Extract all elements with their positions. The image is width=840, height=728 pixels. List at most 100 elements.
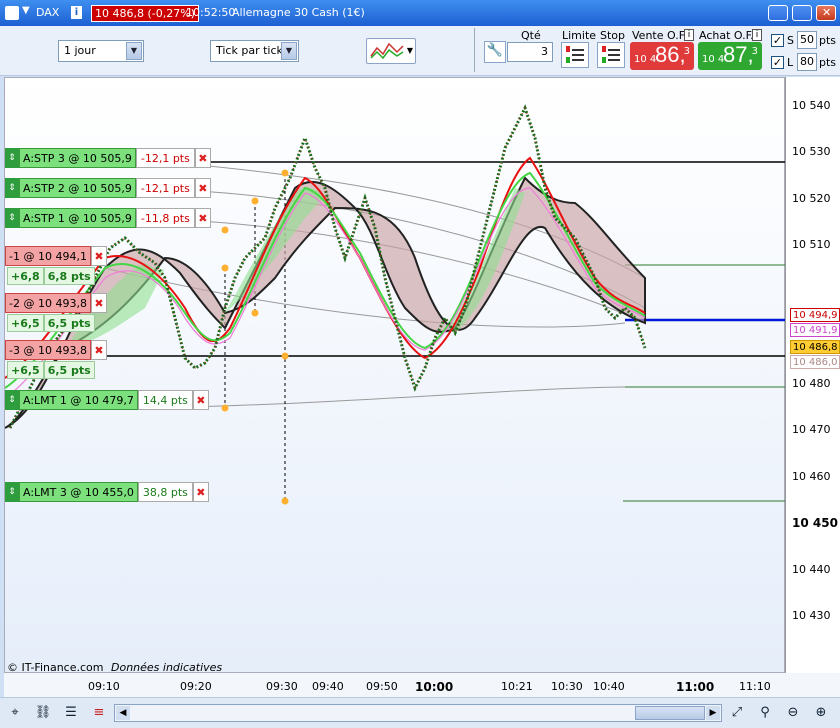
limit-order-tag-1[interactable]: ⇕ A:LMT 1 @ 10 479,7 14,4 pts ✖ <box>5 390 209 410</box>
entry-marker <box>251 197 259 205</box>
quantity-input[interactable]: 3 <box>507 42 553 62</box>
chevron-down-icon: ▼ <box>406 46 413 55</box>
cancel-order-icon[interactable]: ✖ <box>194 178 211 198</box>
sell-button[interactable]: 10 4 86, 3 <box>630 42 694 70</box>
tick-mode-select[interactable]: Tick par tick ▼ <box>210 40 299 62</box>
sell-price-decimal: 3 <box>683 46 690 57</box>
period-value: 1 jour <box>64 44 96 57</box>
wrench-icon[interactable]: 🔧 <box>484 41 506 63</box>
cancel-order-icon[interactable]: ✖ <box>192 482 209 502</box>
link-icon[interactable]: ⛓ <box>34 704 52 722</box>
list-icon[interactable]: ☰ <box>62 704 80 722</box>
time-tick-bold: 10:00 <box>415 680 454 694</box>
drag-handle-icon[interactable]: ⇕ <box>5 482 19 502</box>
price-tick-bold: 10 450 <box>792 516 838 530</box>
time-tick: 11:10 <box>739 680 771 693</box>
price-tick: 10 520 <box>792 192 831 205</box>
last-price-tag: 10 486,8 <box>790 340 840 354</box>
scroll-left-icon[interactable]: ◀ <box>116 706 130 720</box>
ma-price-tag: 10 491,9 <box>790 323 840 337</box>
order-points: -11,8 pts <box>135 208 195 228</box>
drag-handle-icon[interactable]: ⇕ <box>5 148 19 168</box>
period-select[interactable]: 1 jour ▼ <box>58 40 144 62</box>
order-points: 14,4 pts <box>137 390 193 410</box>
stop-order-tag-2[interactable]: ⇕ A:STP 2 @ 10 505,9 -12,1 pts ✖ <box>5 178 211 198</box>
zoom-out-icon[interactable]: ⊖ <box>784 704 802 722</box>
stop-order-button[interactable] <box>597 42 625 68</box>
close-button[interactable]: ✕ <box>816 5 836 21</box>
time-tick: 09:20 <box>180 680 212 693</box>
price-tick: 10 480 <box>792 377 831 390</box>
position-tag-1[interactable]: -1 @ 10 494,1 ✖ <box>5 246 107 266</box>
zoom-in-icon[interactable]: ⊕ <box>812 704 830 722</box>
position-pnl-3: +6,5 6,5 pts <box>7 361 95 379</box>
restore-button[interactable] <box>768 5 788 21</box>
chevron-down-icon: ▼ <box>281 42 297 60</box>
entry-marker <box>221 264 229 272</box>
price-tick: 10 510 <box>792 238 831 251</box>
close-position-icon[interactable]: ✖ <box>90 293 107 313</box>
bottom-toolbar: ⌖ ⛓ ☰ ≡ ◀ ▶ ⤢ ⚲ ⊖ ⊕ <box>0 697 840 728</box>
crosshair-icon[interactable]: ⌖ <box>6 704 24 722</box>
order-label: A:STP 1 @ 10 505,9 <box>19 208 136 228</box>
position-label: -1 @ 10 494,1 <box>5 246 91 266</box>
buy-info-icon[interactable]: i <box>752 29 762 41</box>
tick-mode-value: Tick par tick <box>216 44 283 57</box>
limit-order-button[interactable] <box>561 42 589 68</box>
order-points: -12,1 pts <box>135 148 195 168</box>
chevron-down-icon: ▼ <box>126 42 142 60</box>
scroll-thumb[interactable] <box>635 706 705 720</box>
stop-points-input[interactable]: 50 <box>797 31 817 49</box>
limit-points-input[interactable]: 80 <box>797 53 817 71</box>
buy-button[interactable]: 10 4 87, 3 <box>698 42 762 70</box>
sell-label: Vente O.F. <box>632 29 687 42</box>
cancel-order-icon[interactable]: ✖ <box>194 148 211 168</box>
quote-badge: 10 486,8 (-0,27%) <box>91 5 199 22</box>
horizontal-scrollbar[interactable]: ◀ ▶ <box>114 704 722 722</box>
drag-handle-icon[interactable]: ⇕ <box>5 178 19 198</box>
stop-checkbox[interactable]: ✓ <box>771 34 784 47</box>
cancel-order-icon[interactable]: ✖ <box>194 208 211 228</box>
close-position-icon[interactable]: ✖ <box>90 340 107 360</box>
cancel-order-icon[interactable]: ✖ <box>192 390 209 410</box>
fit-arrows-icon[interactable]: ⤢ <box>728 704 746 722</box>
price-chart[interactable]: ⇕ A:STP 3 @ 10 505,9 -12,1 pts ✖ ⇕ A:STP… <box>4 77 786 674</box>
pnl-points: 6,8 pts <box>43 267 95 285</box>
time-tick: 09:30 <box>266 680 298 693</box>
price-axis[interactable]: 10 540 10 530 10 520 10 510 10 480 10 47… <box>785 77 840 673</box>
layers-icon[interactable]: ≡ <box>90 704 108 722</box>
price-tick: 10 460 <box>792 470 831 483</box>
time-axis[interactable]: 09:10 09:20 09:30 09:40 09:50 10:00 10:2… <box>4 673 840 697</box>
position-tag-2[interactable]: -2 @ 10 493,8 ✖ <box>5 293 107 313</box>
position-tag-3[interactable]: -3 @ 10 493,8 ✖ <box>5 340 107 360</box>
maximize-button[interactable] <box>792 5 812 21</box>
close-position-icon[interactable]: ✖ <box>90 246 107 266</box>
entry-marker <box>281 352 289 360</box>
drag-handle-icon[interactable]: ⇕ <box>5 390 19 410</box>
price-tick: 10 430 <box>792 609 831 622</box>
zoom-fit-icon[interactable]: ⚲ <box>756 704 774 722</box>
pnl-value: +6,5 <box>7 314 44 332</box>
menu-chevron-icon[interactable]: ▼ <box>22 5 30 16</box>
position-label: -3 @ 10 493,8 <box>5 340 91 360</box>
time-tick: 09:40 <box>312 680 344 693</box>
limit-checkbox[interactable]: ✓ <box>771 56 784 69</box>
pnl-points: 6,5 pts <box>43 314 95 332</box>
limit-order-tag-3[interactable]: ⇕ A:LMT 3 @ 10 455,0 38,8 pts ✖ <box>5 482 209 502</box>
buy-price-decimal: 3 <box>751 46 758 57</box>
chart-indicator-icon <box>370 42 404 60</box>
stop-order-tag-3[interactable]: ⇕ A:STP 3 @ 10 505,9 -12,1 pts ✖ <box>5 148 211 168</box>
info-icon[interactable]: i <box>71 6 82 19</box>
time-tick: 09:10 <box>88 680 120 693</box>
close-icon: ✕ <box>822 6 832 19</box>
time-tick: 10:30 <box>551 680 583 693</box>
sell-info-icon[interactable]: i <box>684 29 694 41</box>
entry-marker <box>221 226 229 234</box>
scroll-right-icon[interactable]: ▶ <box>706 706 720 720</box>
stop-order-tag-1[interactable]: ⇕ A:STP 1 @ 10 505,9 -11,8 pts ✖ <box>5 208 211 228</box>
indicators-button[interactable]: ▼ <box>366 38 416 64</box>
drag-handle-icon[interactable]: ⇕ <box>5 208 19 228</box>
entry-marker <box>281 169 289 177</box>
title-bar: ▼ DAX i 10 486,8 (-0,27%) 10:52:50 Allem… <box>0 0 840 26</box>
entry-marker <box>221 404 229 412</box>
